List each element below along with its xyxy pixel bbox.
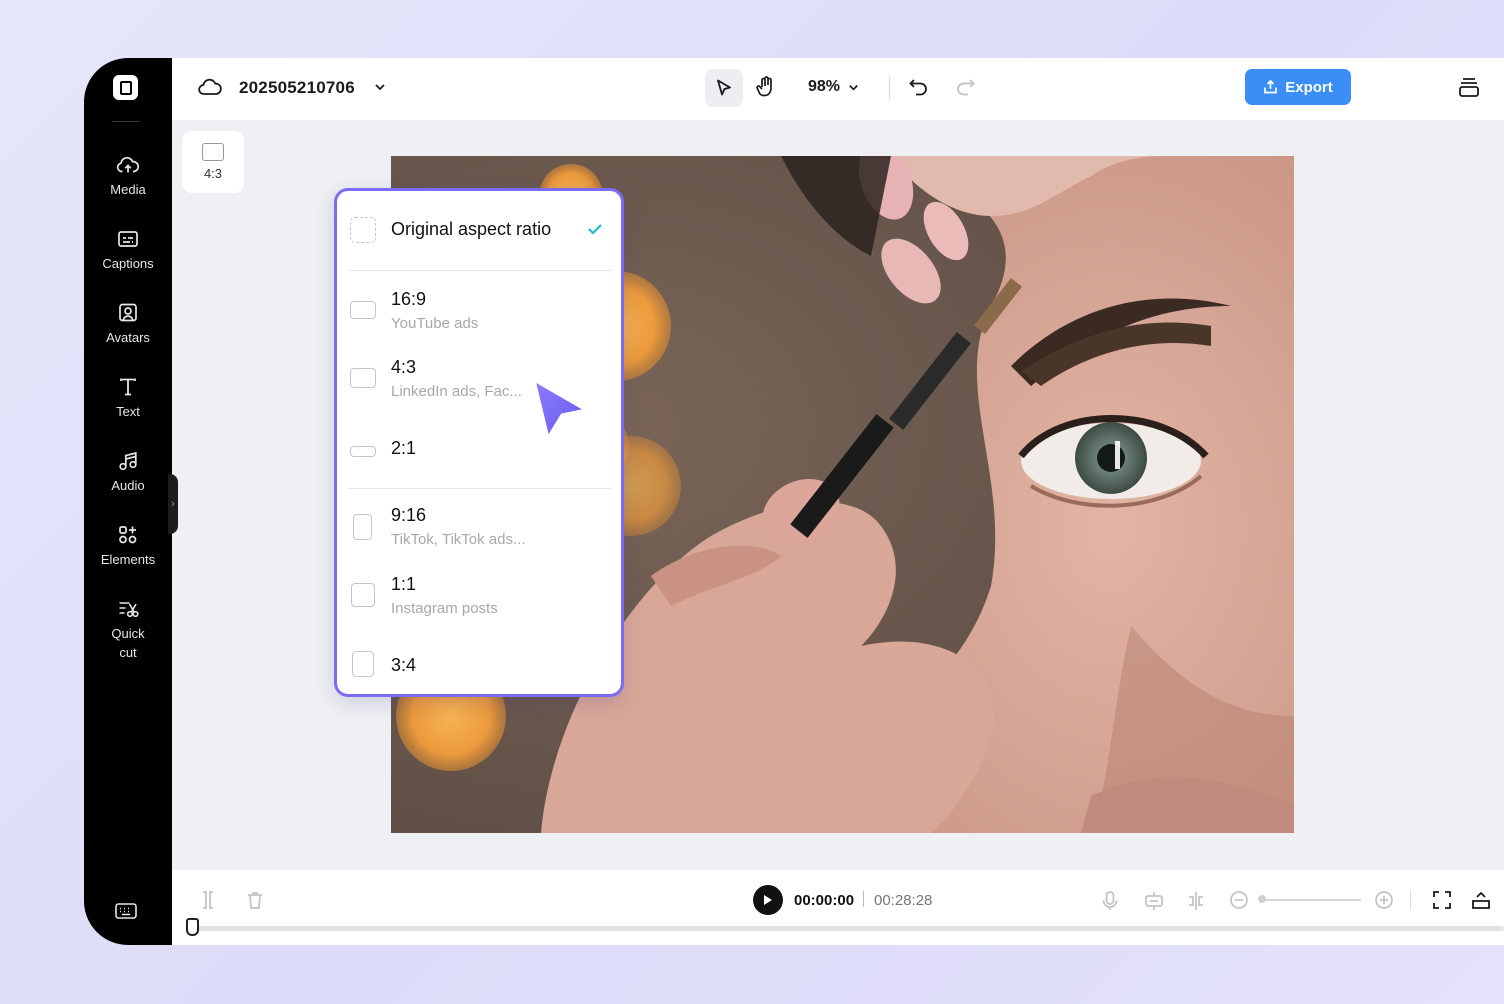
option-subtitle: LinkedIn ads, Fac... bbox=[391, 383, 522, 400]
current-time: 00:00:00 bbox=[794, 892, 855, 909]
mouse-cursor-icon bbox=[532, 378, 588, 440]
sidebar-item-text[interactable]: Text bbox=[84, 376, 172, 421]
ratio-16-9-icon bbox=[350, 301, 376, 319]
sidebar-item-label: Captions bbox=[102, 256, 154, 271]
keyboard-icon bbox=[115, 903, 137, 919]
sidebar-item-captions[interactable]: Captions bbox=[84, 228, 172, 273]
elements-icon bbox=[119, 526, 137, 544]
ratio-9-16-icon bbox=[353, 514, 372, 540]
captions-icon bbox=[118, 231, 138, 247]
sidebar-item-label: Avatars bbox=[106, 330, 150, 345]
sidebar-item-label: Media bbox=[110, 182, 146, 197]
top-toolbar: 202505210706 98% Export bbox=[172, 58, 1504, 120]
redo-icon[interactable] bbox=[954, 77, 976, 97]
sidebar-item-label: Audio bbox=[111, 478, 145, 493]
option-title: 3:4 bbox=[391, 655, 417, 675]
sidebar-item-audio[interactable]: Audio bbox=[84, 450, 172, 495]
toolbar-divider bbox=[1410, 890, 1411, 910]
option-subtitle: TikTok, TikTok ads... bbox=[391, 531, 526, 548]
option-1-1[interactable]: 1:1 Instagram posts bbox=[337, 566, 621, 628]
ratio-2-1-icon bbox=[350, 446, 376, 457]
zoom-slider-handle[interactable] bbox=[1258, 895, 1266, 903]
pointer-icon bbox=[717, 79, 731, 96]
time-divider bbox=[863, 891, 864, 907]
project-name[interactable]: 202505210706 bbox=[239, 78, 355, 98]
option-3-4[interactable]: 3:4 bbox=[337, 639, 621, 693]
playhead[interactable] bbox=[186, 918, 199, 936]
fullscreen-icon[interactable] bbox=[1432, 890, 1452, 910]
play-button[interactable] bbox=[753, 885, 783, 915]
ratio-4-3-icon bbox=[350, 368, 376, 388]
option-title: 16:9 bbox=[391, 289, 427, 309]
option-9-16[interactable]: 9:16 TikTok, TikTok ads... bbox=[337, 497, 621, 559]
sidebar: Media Captions Avatars Text Audio Elemen… bbox=[84, 58, 172, 945]
checkmark-icon bbox=[588, 224, 602, 235]
sidebar-item-label: Quick cut bbox=[111, 626, 145, 660]
text-icon bbox=[120, 378, 136, 396]
ratio-3-4-icon bbox=[352, 651, 374, 677]
chevron-down-icon[interactable] bbox=[373, 80, 387, 94]
zoom-in-icon[interactable] bbox=[1374, 890, 1394, 910]
option-title: 2:1 bbox=[391, 438, 417, 458]
sidebar-divider bbox=[112, 121, 140, 122]
hand-tool-icon[interactable] bbox=[755, 75, 777, 99]
toolbar-divider bbox=[889, 77, 890, 99]
sidebar-item-label: Elements bbox=[100, 552, 156, 567]
chevron-down-icon[interactable] bbox=[847, 81, 860, 94]
option-title: 9:16 bbox=[391, 505, 427, 525]
editor-app: Media Captions Avatars Text Audio Elemen… bbox=[84, 58, 1504, 945]
timeline-track[interactable] bbox=[192, 926, 1504, 931]
upload-icon bbox=[1264, 79, 1278, 94]
cloud-sync-icon[interactable] bbox=[198, 76, 222, 98]
dashed-frame-icon bbox=[350, 217, 376, 243]
app-logo[interactable] bbox=[113, 75, 138, 100]
total-duration: 00:28:28 bbox=[874, 892, 933, 909]
undo-icon[interactable] bbox=[908, 77, 930, 97]
layers-icon[interactable] bbox=[1457, 75, 1481, 99]
avatar-icon bbox=[119, 303, 137, 322]
select-tool-button[interactable] bbox=[705, 69, 743, 107]
sidebar-item-elements[interactable]: Elements bbox=[84, 524, 172, 569]
sidebar-item-avatars[interactable]: Avatars bbox=[84, 302, 172, 347]
zoom-level[interactable]: 98% bbox=[808, 78, 840, 96]
play-icon bbox=[764, 895, 772, 905]
dropdown-divider bbox=[349, 488, 611, 489]
option-subtitle: YouTube ads bbox=[391, 315, 479, 332]
sidebar-item-media[interactable]: Media bbox=[84, 154, 172, 199]
option-16-9[interactable]: 16:9 YouTube ads bbox=[337, 281, 621, 343]
export-button[interactable]: Export bbox=[1245, 69, 1351, 105]
option-title: Original aspect ratio bbox=[391, 219, 552, 239]
aspect-ratio-button[interactable]: 4:3 bbox=[182, 131, 244, 193]
microphone-icon[interactable] bbox=[1101, 890, 1119, 912]
canvas-area: 4:3 Original aspect ratio 16:9 YouTube a… bbox=[172, 120, 1504, 870]
music-note-icon bbox=[119, 451, 137, 471]
quick-cut-icon bbox=[119, 602, 139, 618]
option-subtitle: Instagram posts bbox=[391, 600, 498, 617]
dropdown-divider bbox=[349, 270, 611, 271]
ratio-1-1-icon bbox=[351, 583, 375, 607]
option-title: 1:1 bbox=[391, 574, 417, 594]
sidebar-item-quick-cut[interactable]: Quick cut bbox=[84, 598, 172, 662]
cloud-upload-icon bbox=[116, 156, 140, 173]
split-center-icon[interactable] bbox=[1185, 890, 1207, 912]
keyboard-shortcuts-button[interactable] bbox=[114, 901, 138, 926]
export-label: Export bbox=[1285, 78, 1333, 96]
option-title: 4:3 bbox=[391, 357, 417, 377]
collapse-timeline-icon[interactable] bbox=[1470, 890, 1492, 910]
aspect-ratio-shape-icon bbox=[202, 143, 224, 161]
option-original-aspect-ratio[interactable]: Original aspect ratio bbox=[337, 191, 621, 271]
sidebar-item-label: Text bbox=[116, 404, 140, 419]
aspect-ratio-label: 4:3 bbox=[203, 166, 223, 181]
split-icon[interactable] bbox=[200, 890, 216, 910]
trash-icon[interactable] bbox=[246, 890, 264, 910]
zoom-out-icon[interactable] bbox=[1229, 890, 1249, 910]
auto-edit-icon[interactable] bbox=[1143, 890, 1165, 912]
playback-bar: 00:00:00 00:28:28 bbox=[172, 870, 1504, 945]
zoom-slider[interactable] bbox=[1261, 899, 1361, 901]
